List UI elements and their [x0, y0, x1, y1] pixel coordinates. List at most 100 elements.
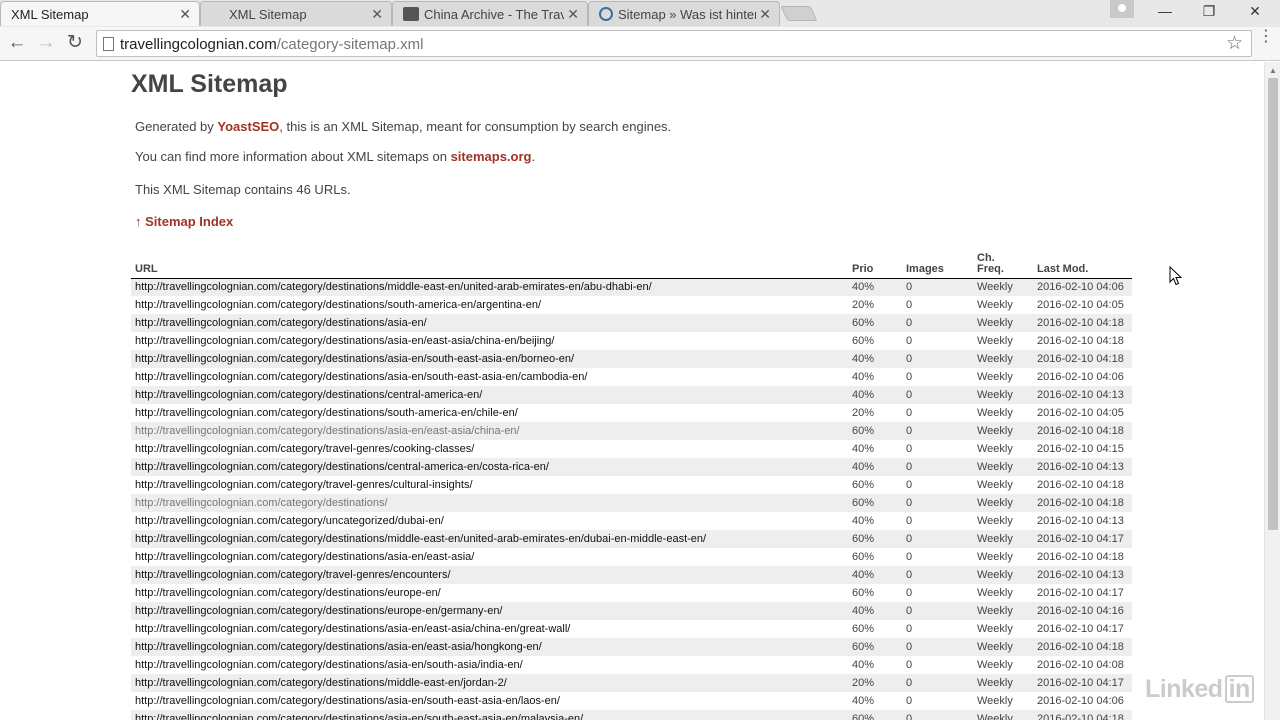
- row-last-modified: 2016-02-10 04:18: [1033, 710, 1132, 720]
- column-header-prio[interactable]: Prio: [848, 250, 902, 279]
- tab-sitemap-was-ist[interactable]: Sitemap » Was ist hinterleg ✕: [588, 1, 780, 26]
- row-priority: 60%: [852, 551, 875, 563]
- row-url-link[interactable]: http://travellingcolognian.com/category/…: [131, 296, 848, 314]
- tab-xml-sitemap-active[interactable]: XML Sitemap ✕: [0, 1, 200, 26]
- row-priority: 60%: [852, 623, 875, 635]
- tab-xml-sitemap[interactable]: XML Sitemap ✕: [200, 1, 392, 26]
- url-text[interactable]: travellingcolognian.com/category-sitemap…: [120, 36, 423, 53]
- row-url-link[interactable]: http://travellingcolognian.com/category/…: [131, 692, 848, 710]
- row-url-link[interactable]: http://travellingcolognian.com/category/…: [131, 674, 848, 692]
- row-priority: 60%: [848, 422, 902, 440]
- tab-title: Sitemap » Was ist hinterleg: [618, 7, 756, 22]
- row-url-link[interactable]: http://travellingcolognian.com/category/…: [131, 476, 848, 494]
- close-icon[interactable]: ✕: [371, 6, 383, 23]
- close-icon[interactable]: ✕: [179, 6, 191, 23]
- table-row: http://travellingcolognian.com/category/…: [131, 638, 1132, 656]
- row-url-link[interactable]: http://travellingcolognian.com/category/…: [131, 440, 848, 458]
- row-url-link[interactable]: http://travellingcolognian.com/category/…: [131, 368, 848, 386]
- row-url-link[interactable]: http://travellingcolognian.com/category/…: [131, 386, 848, 404]
- row-url-link[interactable]: http://travellingcolognian.com/category/…: [131, 566, 848, 584]
- row-images-count: 0: [902, 422, 973, 440]
- window-close-button[interactable]: ✕: [1243, 3, 1267, 20]
- row-url-link[interactable]: http://travellingcolognian.com/category/…: [131, 548, 848, 566]
- row-url-link[interactable]: http://travellingcolognian.com/category/…: [131, 422, 848, 440]
- column-header-change-freq[interactable]: Ch. Freq.: [973, 250, 1033, 279]
- url-host: travellingcolognian.com: [120, 36, 277, 53]
- row-url-link[interactable]: http://travellingcolognian.com/category/…: [131, 494, 848, 512]
- row-url-link[interactable]: http://travellingcolognian.com/category/…: [131, 584, 848, 602]
- row-priority: 20%: [848, 674, 902, 692]
- new-tab-button[interactable]: [780, 6, 818, 21]
- table-row: http://travellingcolognian.com/category/…: [131, 314, 1132, 332]
- row-priority: 60%: [848, 710, 902, 720]
- tab-strip: XML Sitemap ✕ XML Sitemap ✕ China Archiv…: [0, 0, 1280, 27]
- row-images-count: 0: [902, 314, 973, 332]
- row-last-modified: 2016-02-10 04:06: [1033, 278, 1132, 296]
- restore-button[interactable]: ❐: [1197, 3, 1221, 20]
- minimize-button[interactable]: —: [1153, 3, 1177, 19]
- table-row: http://travellingcolognian.com/category/…: [131, 368, 1132, 386]
- yoastseo-link[interactable]: YoastSEO: [217, 119, 279, 134]
- column-header-url[interactable]: URL: [131, 250, 848, 279]
- table-row: http://travellingcolognian.com/category/…: [131, 350, 1132, 368]
- watermark-badge: in: [1224, 675, 1254, 703]
- row-url-link[interactable]: http://travellingcolognian.com/category/…: [131, 350, 848, 368]
- reload-button[interactable]: ↻: [63, 32, 87, 56]
- info-prefix: You can find more information about XML …: [135, 149, 451, 164]
- row-images-count: 0: [902, 710, 973, 720]
- row-url-link[interactable]: http://travellingcolognian.com/category/…: [131, 710, 848, 720]
- bookmark-star-icon[interactable]: ☆: [1226, 32, 1243, 55]
- page-scrollbar[interactable]: ▲: [1264, 62, 1280, 720]
- row-priority: 40%: [848, 386, 902, 404]
- column-header-last-mod[interactable]: Last Mod.: [1033, 250, 1132, 279]
- menu-icon[interactable]: ⋮: [1258, 29, 1274, 45]
- row-url-link[interactable]: http://travellingcolognian.com/category/…: [131, 458, 848, 476]
- row-url-link[interactable]: http://travellingcolognian.com/category/…: [131, 530, 848, 548]
- row-url-link[interactable]: http://travellingcolognian.com/category/…: [131, 620, 848, 638]
- forward-button[interactable]: →: [34, 32, 58, 56]
- column-header-images[interactable]: Images: [902, 250, 973, 279]
- row-change-freq: Weekly: [977, 695, 1013, 707]
- row-change-freq: Weekly: [973, 674, 1033, 692]
- page-icon: [103, 37, 114, 51]
- row-url-link[interactable]: http://travellingcolognian.com/category/…: [131, 602, 848, 620]
- row-url-link[interactable]: http://travellingcolognian.com/category/…: [131, 512, 848, 530]
- row-images-count: 0: [902, 566, 973, 584]
- row-url-link[interactable]: http://travellingcolognian.com/category/…: [131, 278, 848, 296]
- tab-china-archive[interactable]: China Archive - The Travelli ✕: [392, 1, 588, 26]
- sitemaps-org-link[interactable]: sitemaps.org: [451, 149, 532, 164]
- scrollbar-thumb[interactable]: [1268, 78, 1278, 530]
- row-url-link[interactable]: http://travellingcolognian.com/category/…: [131, 656, 848, 674]
- table-row: http://travellingcolognian.com/category/…: [131, 710, 1132, 720]
- close-icon[interactable]: ✕: [759, 6, 771, 23]
- row-url-link[interactable]: http://travellingcolognian.com/category/…: [131, 404, 848, 422]
- info-suffix: .: [531, 149, 536, 164]
- back-button[interactable]: ←: [5, 32, 29, 56]
- close-icon[interactable]: ✕: [567, 6, 579, 23]
- row-images-count: 0: [902, 638, 973, 656]
- row-last-modified: 2016-02-10 04:17: [1037, 623, 1124, 635]
- table-row: http://travellingcolognian.com/category/…: [131, 386, 1132, 404]
- row-change-freq: Weekly: [977, 587, 1013, 599]
- scroll-up-icon[interactable]: ▲: [1269, 66, 1277, 75]
- row-images-count: 0: [906, 659, 913, 671]
- row-priority: 40%: [852, 515, 875, 527]
- table-row: http://travellingcolognian.com/category/…: [131, 296, 1132, 314]
- row-change-freq: Weekly: [977, 479, 1013, 491]
- row-url-link[interactable]: http://travellingcolognian.com/category/…: [131, 638, 848, 656]
- row-change-freq: Weekly: [973, 638, 1033, 656]
- row-url-link[interactable]: http://travellingcolognian.com/category/…: [131, 332, 848, 350]
- row-url-link[interactable]: http://travellingcolognian.com/category/…: [131, 314, 848, 332]
- row-change-freq: Weekly: [973, 386, 1033, 404]
- row-last-modified: 2016-02-10 04:16: [1033, 602, 1132, 620]
- table-row: http://travellingcolognian.com/category/…: [131, 602, 1132, 620]
- row-change-freq: Weekly: [977, 659, 1013, 671]
- row-last-modified: 2016-02-10 04:15: [1037, 443, 1124, 455]
- profile-icon[interactable]: [1110, 0, 1134, 18]
- row-priority: 40%: [848, 350, 902, 368]
- sitemap-index-link[interactable]: ↑ Sitemap Index: [135, 214, 233, 229]
- tab-title: XML Sitemap: [11, 7, 89, 22]
- row-change-freq: Weekly: [973, 422, 1033, 440]
- row-images-count: 0: [906, 587, 913, 599]
- address-bar[interactable]: travellingcolognian.com/category-sitemap…: [96, 30, 1252, 57]
